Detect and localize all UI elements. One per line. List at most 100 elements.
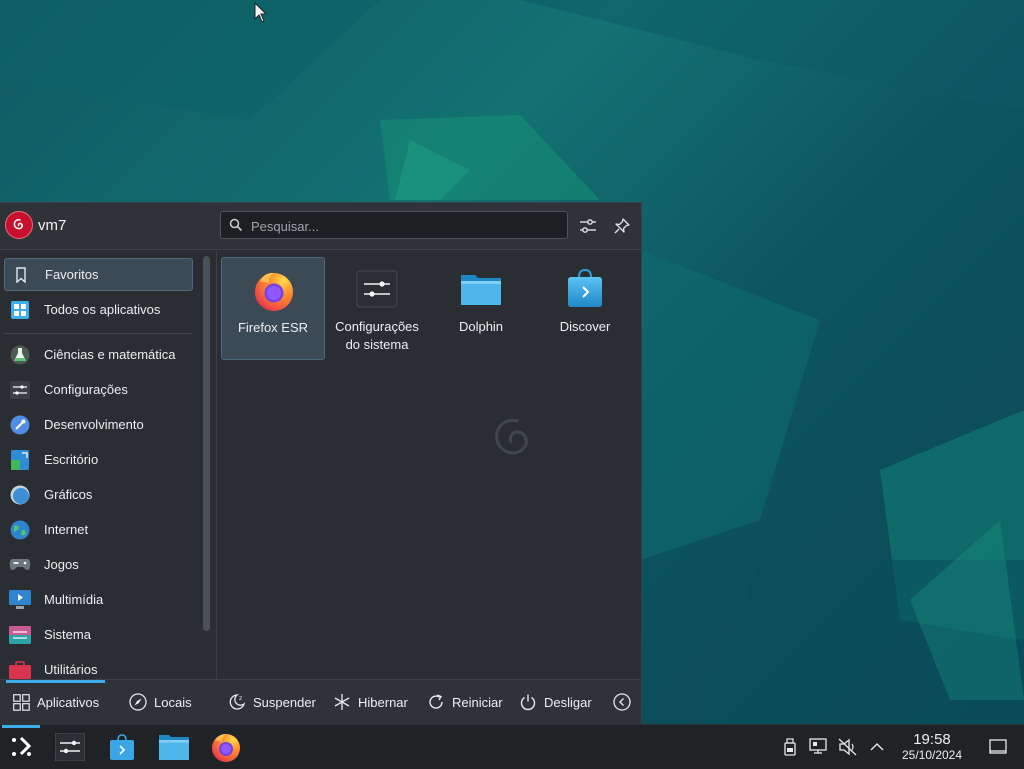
sidebar-item-label: Sistema xyxy=(44,627,91,642)
tray-volume[interactable] xyxy=(838,737,858,757)
sidebar-item-escritorio[interactable]: Escritório xyxy=(4,443,193,476)
sidebar-item-label: Escritório xyxy=(44,452,99,467)
restart-icon xyxy=(427,693,445,711)
system-icon xyxy=(9,624,31,646)
app-tile-label: Dolphin xyxy=(458,319,504,334)
shutdown-label: Desligar xyxy=(544,694,592,710)
tray-usb-device[interactable] xyxy=(780,737,800,757)
app-tile-label: Configurações do sistema xyxy=(325,318,429,354)
app-tile-label-line1: Configurações xyxy=(335,319,419,334)
launcher-header: vm7 xyxy=(0,203,641,250)
usb-drive-icon xyxy=(784,738,796,756)
search-icon xyxy=(229,218,243,232)
network-wired-icon xyxy=(809,738,827,754)
hibernate-button[interactable]: Hibernar xyxy=(333,680,408,724)
tray-network[interactable] xyxy=(809,737,829,757)
app-tile-firefox[interactable]: Firefox ESR xyxy=(221,257,325,360)
sidebar-item-todos-aplicativos[interactable]: Todos os aplicativos xyxy=(4,293,193,326)
discover-bag-icon xyxy=(568,268,602,307)
sidebar-item-internet[interactable]: Internet xyxy=(4,513,193,546)
launcher-footer: Aplicativos Locais z Suspender Hibernar … xyxy=(0,679,641,724)
development-icon xyxy=(9,414,31,436)
chevron-left-icon xyxy=(613,693,631,711)
folder-icon xyxy=(159,735,189,760)
utilities-icon xyxy=(9,659,31,680)
firefox-icon xyxy=(255,272,293,311)
debian-logo-watermark xyxy=(495,419,528,455)
office-icon xyxy=(9,449,31,471)
tab-applications[interactable]: Aplicativos xyxy=(12,680,99,724)
app-tile-label: Discover xyxy=(559,319,611,334)
sidebar-item-label: Internet xyxy=(44,522,89,537)
sidebar-scrollbar[interactable] xyxy=(203,256,210,631)
application-launcher-button[interactable] xyxy=(4,729,40,765)
taskbar-dolphin[interactable] xyxy=(156,729,192,765)
firefox-icon xyxy=(212,734,240,762)
launcher-active-indicator xyxy=(2,725,40,728)
sidebar-item-multimidia[interactable]: Multimídia xyxy=(4,583,193,616)
suspend-label: Suspender xyxy=(253,694,316,710)
mouse-cursor-icon xyxy=(254,2,268,23)
sidebar-item-favoritos[interactable]: Favoritos xyxy=(4,258,193,291)
search-box[interactable] xyxy=(220,211,568,240)
sliders-icon xyxy=(580,219,596,233)
globe-icon xyxy=(9,519,31,541)
sidebar-item-ciencias[interactable]: Ciências e matemática xyxy=(4,338,193,371)
system-settings-icon xyxy=(356,270,398,308)
user-avatar[interactable] xyxy=(5,211,33,239)
grid-icon xyxy=(12,693,30,711)
sidebar-item-desenvolvimento[interactable]: Desenvolvimento xyxy=(4,408,193,441)
taskbar-discover[interactable] xyxy=(104,729,140,765)
suspend-button[interactable]: z Suspender xyxy=(228,680,316,724)
taskbar-firefox[interactable] xyxy=(208,729,244,765)
sidebar-item-label: Todos os aplicativos xyxy=(44,302,161,317)
graphics-icon xyxy=(9,484,31,506)
bookmark-icon xyxy=(10,264,32,286)
tab-places-label: Locais xyxy=(154,694,192,710)
compass-icon xyxy=(129,693,147,711)
folder-icon xyxy=(461,275,501,305)
sidebar-item-label: Utilitários xyxy=(44,662,98,677)
application-launcher: vm7 Fa xyxy=(0,202,642,724)
search-input[interactable] xyxy=(249,212,563,240)
tab-applications-label: Aplicativos xyxy=(37,694,100,710)
snowflake-icon xyxy=(333,693,351,711)
sidebar-item-graficos[interactable]: Gráficos xyxy=(4,478,193,511)
app-tile-label: Firefox ESR xyxy=(237,320,309,335)
sidebar-item-configuracoes[interactable]: Configurações xyxy=(4,373,193,406)
sidebar-divider xyxy=(4,333,192,334)
settings-icon xyxy=(9,379,31,401)
app-tile-system-settings[interactable]: Configurações do sistema xyxy=(325,257,429,360)
configure-button[interactable] xyxy=(577,215,599,237)
gamepad-icon xyxy=(9,554,31,576)
app-tile-dolphin[interactable]: Dolphin xyxy=(429,257,533,360)
hibernate-label: Hibernar xyxy=(358,694,408,710)
app-tile-discover[interactable]: Discover xyxy=(533,257,637,360)
shutdown-button[interactable]: Desligar xyxy=(519,680,592,724)
app-tile-label-line2: do sistema xyxy=(345,337,409,352)
power-icon xyxy=(519,693,537,711)
pin-icon xyxy=(614,218,630,234)
show-desktop-button[interactable] xyxy=(988,737,1008,757)
multimedia-icon xyxy=(9,589,31,611)
sidebar-item-label: Multimídia xyxy=(44,592,104,607)
sidebar-item-label: Favoritos xyxy=(45,267,99,282)
pin-button[interactable] xyxy=(611,215,633,237)
restart-button[interactable]: Reiniciar xyxy=(427,680,503,724)
tray-expand[interactable] xyxy=(867,737,887,757)
sidebar-item-label: Jogos xyxy=(44,557,79,572)
discover-bag-icon xyxy=(110,734,134,760)
taskbar-system-settings[interactable] xyxy=(52,729,88,765)
tab-places[interactable]: Locais xyxy=(129,680,192,724)
volume-muted-icon xyxy=(838,738,857,756)
digital-clock[interactable]: 19:58 25/10/2024 xyxy=(893,732,971,763)
sidebar-item-jogos[interactable]: Jogos xyxy=(4,548,193,581)
favorites-grid: Firefox ESR Configurações do sistema Dol… xyxy=(217,251,641,679)
kde-launcher-icon xyxy=(12,736,32,756)
sidebar-item-sistema[interactable]: Sistema xyxy=(4,618,193,651)
category-sidebar: Favoritos Todos os aplicativos Ciências … xyxy=(0,251,200,679)
sidebar-item-label: Configurações xyxy=(44,382,128,397)
sidebar-item-utilitarios[interactable]: Utilitários xyxy=(4,653,193,679)
suspend-moon-icon: z xyxy=(228,693,246,711)
more-power-options-button[interactable] xyxy=(613,680,638,724)
